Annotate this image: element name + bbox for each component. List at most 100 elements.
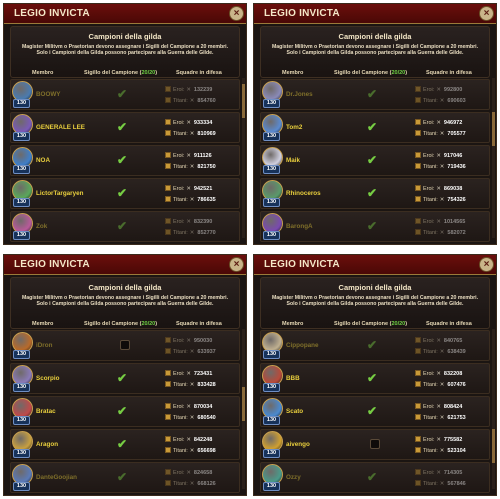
heroes-defense: Eroi: ✕ 840765 [415, 337, 462, 344]
member-list[interactable]: 130 BOOWY ✔ Eroi: ✕ 132239 Titani: ✕ 854760 … [10, 78, 240, 244]
champion-seal-toggle[interactable] [370, 439, 380, 449]
guild-panel: LEGIO INVICTA × Campioni della gilda Mag… [3, 3, 247, 245]
heroes-label: Eroi: [173, 219, 185, 225]
champion-seal-toggle[interactable]: ✔ [367, 186, 377, 200]
member-name: BarongA [286, 223, 313, 230]
member-row[interactable]: 130 Scato ✔ Eroi: ✕ 808424 Titani: ✕ 621753 [260, 396, 490, 427]
heroes-label: Eroi: [423, 338, 435, 344]
member-row[interactable]: 130 aivengo Eroi: ✕ 775582 Titani: ✕ 523104 [260, 429, 490, 460]
close-icon[interactable]: × [229, 6, 244, 21]
champion-seal-toggle[interactable]: ✔ [367, 87, 377, 101]
titans-defense: Titani: ✕ 821750 [165, 163, 216, 170]
titans-icon [165, 229, 171, 235]
titans-label: Titani: [423, 230, 438, 236]
champion-seal-toggle[interactable]: ✔ [367, 470, 377, 484]
sword-icon: ✕ [186, 153, 191, 159]
scrollbar[interactable] [492, 329, 495, 489]
scroll-thumb[interactable] [242, 387, 245, 421]
member-row[interactable]: 130 LictorTargaryen ✔ Eroi: ✕ 942521 Titan… [10, 178, 240, 209]
close-icon[interactable]: × [479, 6, 494, 21]
heroes-defense: Eroi: ✕ 824658 [165, 469, 212, 476]
titans-icon [415, 414, 421, 420]
sword-icon: ✕ [439, 131, 445, 137]
member-row[interactable]: 130 Cippopane ✔ Eroi: ✕ 840765 Titani: ✕ 638… [260, 330, 490, 361]
member-row[interactable]: 130 Scorpio ✔ Eroi: ✕ 723431 Titani: ✕ 83342… [10, 363, 240, 394]
champion-seal-toggle[interactable]: ✔ [117, 153, 127, 167]
panel-title: Campioni della gilda [338, 283, 412, 292]
heroes-power: 832208 [443, 371, 463, 377]
close-icon[interactable]: × [479, 257, 494, 272]
scroll-thumb[interactable] [492, 429, 495, 463]
member-name: NOA [36, 157, 50, 164]
champion-seal-toggle[interactable]: ✔ [117, 186, 127, 200]
heroes-power: 950030 [193, 338, 213, 344]
champion-seal-toggle[interactable]: ✔ [117, 437, 127, 451]
champion-seal-toggle[interactable]: ✔ [117, 470, 127, 484]
guild-header: LEGIO INVICTA × [254, 255, 496, 275]
member-row[interactable]: 130 Bratac ✔ Eroi: ✕ 870034 Titani: ✕ 680540 [10, 396, 240, 427]
guild-panel: LEGIO INVICTA × Campioni della gilda Mag… [253, 3, 497, 245]
member-row[interactable]: 130 GENERALE LEE ✔ Eroi: ✕ 933334 Titani: ✕… [10, 112, 240, 143]
level-badge: 130 [263, 383, 280, 392]
scrollbar[interactable] [242, 78, 245, 238]
heroes-label: Eroi: [173, 437, 185, 443]
member-name: DanteGoojian [36, 474, 77, 481]
champion-seal-toggle[interactable]: ✔ [117, 371, 127, 385]
heroes-power: 714305 [443, 470, 463, 476]
champion-seal-toggle[interactable]: ✔ [117, 404, 127, 418]
column-seal-suffix: ) [155, 321, 158, 327]
column-seal: Sigillo del Campione (20/20) [84, 321, 157, 327]
titans-defense: Titani: ✕ 668126 [165, 480, 216, 487]
champion-seal-toggle[interactable]: ✔ [367, 219, 377, 233]
heroes-defense: Eroi: ✕ 842248 [165, 436, 212, 443]
member-list[interactable]: 130 iDron Eroi: ✕ 950030 Titani: ✕ 633937 13… [10, 329, 240, 495]
member-name: Dr.Jones [286, 91, 313, 98]
champion-seal-toggle[interactable]: ✔ [367, 153, 377, 167]
champion-seal-toggle[interactable]: ✔ [367, 338, 377, 352]
member-row[interactable]: 130 BOOWY ✔ Eroi: ✕ 132239 Titani: ✕ 854760 [10, 79, 240, 110]
champion-seal-toggle[interactable]: ✔ [117, 120, 127, 134]
member-row[interactable]: 130 Dr.Jones ✔ Eroi: ✕ 992800 Titani: ✕ 6906… [260, 79, 490, 110]
heroes-label: Eroi: [423, 120, 435, 126]
scroll-thumb[interactable] [242, 84, 245, 118]
member-row[interactable]: 130 Rhinoceros ✔ Eroi: ✕ 869038 Titani: ✕ 75… [260, 178, 490, 209]
member-row[interactable]: 130 Ozzy ✔ Eroi: ✕ 714305 Titani: ✕ 567846 [260, 462, 490, 493]
member-row[interactable]: 130 Tom2 ✔ Eroi: ✕ 946972 Titani: ✕ 705577 [260, 112, 490, 143]
guild-header: LEGIO INVICTA × [4, 4, 246, 24]
member-row[interactable]: 130 iDron Eroi: ✕ 950030 Titani: ✕ 633937 [10, 330, 240, 361]
champion-seal-toggle[interactable]: ✔ [367, 404, 377, 418]
member-row[interactable]: 130 Zok ✔ Eroi: ✕ 832390 Titani: ✕ 852770 [10, 211, 240, 242]
guild-name: LEGIO INVICTA [264, 259, 340, 270]
scrollbar[interactable] [492, 78, 495, 238]
member-list[interactable]: 130 Cippopane ✔ Eroi: ✕ 840765 Titani: ✕ 638… [260, 329, 490, 495]
scrollbar[interactable] [242, 329, 245, 489]
champion-seal-toggle[interactable]: ✔ [367, 371, 377, 385]
scroll-thumb[interactable] [492, 112, 495, 146]
member-name: Maik [286, 157, 300, 164]
heroes-icon [165, 337, 171, 343]
titans-icon [165, 130, 171, 136]
heroes-defense: Eroi: ✕ 911126 [165, 152, 212, 159]
sword-icon: ✕ [189, 197, 195, 203]
close-icon[interactable]: × [229, 257, 244, 272]
column-seal-prefix: Sigillo del Campione ( [84, 70, 142, 76]
sword-icon: ✕ [436, 153, 441, 159]
member-row[interactable]: 130 NOA ✔ Eroi: ✕ 911126 Titani: ✕ 821750 [10, 145, 240, 176]
champion-seal-toggle[interactable] [120, 340, 130, 350]
titans-icon [165, 348, 171, 354]
heroes-defense: Eroi: ✕ 950030 [165, 337, 212, 344]
column-defense: Squadre in difesa [426, 321, 472, 327]
champion-seal-toggle[interactable]: ✔ [117, 219, 127, 233]
member-list[interactable]: 130 Dr.Jones ✔ Eroi: ✕ 992800 Titani: ✕ 6906… [260, 78, 490, 244]
sword-icon: ✕ [189, 415, 195, 421]
member-name: Aragon [36, 441, 59, 448]
member-row[interactable]: 130 Aragon ✔ Eroi: ✕ 842248 Titani: ✕ 656698 [10, 429, 240, 460]
member-row[interactable]: 130 Maik ✔ Eroi: ✕ 917046 Titani: ✕ 719436 [260, 145, 490, 176]
member-row[interactable]: 130 BBB ✔ Eroi: ✕ 832208 Titani: ✕ 607476 [260, 363, 490, 394]
champion-seal-toggle[interactable]: ✔ [117, 87, 127, 101]
member-row[interactable]: 130 BarongA ✔ Eroi: ✕ 1014565 Titani: ✕ 5820… [260, 211, 490, 242]
champion-seal-toggle[interactable]: ✔ [367, 120, 377, 134]
member-row[interactable]: 130 DanteGoojian ✔ Eroi: ✕ 824658 Titani: ✕… [10, 462, 240, 493]
titans-icon [415, 480, 421, 486]
level-badge: 130 [263, 449, 280, 458]
